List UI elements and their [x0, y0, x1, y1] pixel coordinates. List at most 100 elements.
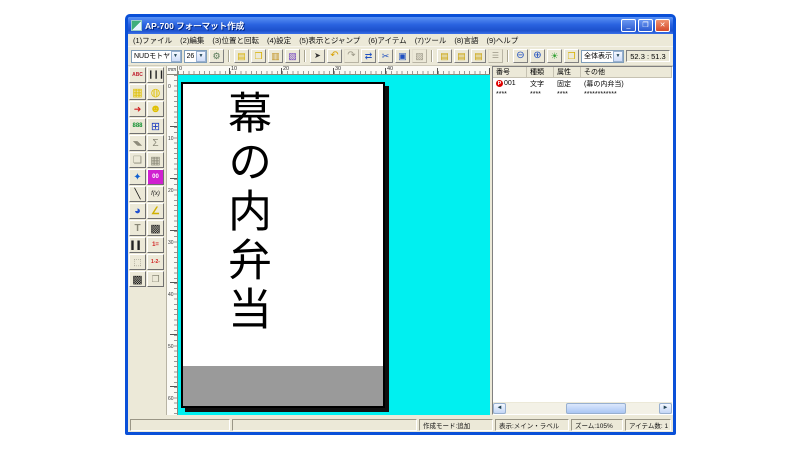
table-row[interactable]: P 001 文字 固定 (幕の内弁当): [493, 78, 672, 89]
align-page3-button[interactable]: ▤: [471, 49, 486, 63]
triangle-tool-icon: ◥◣: [132, 140, 143, 147]
menu-item[interactable]: (6)アイテム: [368, 35, 406, 46]
chevron-down-icon[interactable]: ▼: [613, 50, 623, 62]
app-window: AP-700 フォーマット作成 _ ❐ ✕ (1)ファイル (2)編集 (3)位置と…: [125, 14, 676, 435]
title-bar[interactable]: AP-700 フォーマット作成 _ ❐ ✕: [128, 17, 673, 34]
font-setup-icon: ⚙: [212, 50, 221, 61]
font-family-combo[interactable]: NUDモトヤEX明朝 ▼: [131, 49, 182, 63]
menu-position-rotate[interactable]: (3)位置と回転: [212, 35, 259, 46]
function-tool[interactable]: f(x): [147, 186, 164, 202]
barcode-tool[interactable]: ▎▎▎▎: [147, 67, 164, 83]
status-item-count: アイテム数: 1: [625, 419, 671, 431]
counter-tool[interactable]: 00: [147, 169, 164, 185]
segment-display-tool[interactable]: 888: [129, 118, 146, 134]
qr-code-tool[interactable]: ▩: [147, 220, 164, 236]
datamatrix-tool-icon: ▩: [132, 273, 143, 286]
select-button[interactable]: ➤: [310, 49, 325, 63]
restore-button[interactable]: ❐: [638, 19, 653, 32]
line-tool[interactable]: ╲: [129, 186, 146, 202]
save-button[interactable]: ▥: [268, 49, 283, 63]
move-item-button[interactable]: ⇄: [361, 49, 376, 63]
zoom-in-button[interactable]: ⊕: [530, 49, 545, 63]
view-mode-value: 全体表示: [584, 53, 612, 60]
paste-button: ▨: [412, 49, 427, 63]
counter-tool-icon: 00: [152, 174, 159, 180]
smiley-tool[interactable]: ☻: [147, 101, 164, 117]
menu-language[interactable]: (8)言語: [454, 35, 478, 46]
function-tool-icon: f(x): [151, 191, 160, 197]
align-page1-button[interactable]: ▤: [437, 49, 452, 63]
barcode2-tool[interactable]: ▍▍: [129, 237, 146, 253]
font-size-combo[interactable]: 26 ▼: [183, 49, 207, 63]
text-frame-tool: T: [129, 220, 146, 236]
text-tool[interactable]: ABC: [129, 67, 146, 83]
scroll-right-arrow[interactable]: ►: [659, 402, 672, 414]
zoom-out-button[interactable]: ⊖: [513, 49, 528, 63]
table-row[interactable]: **** **** **** ************: [493, 89, 672, 100]
table-tool: ▦: [147, 152, 164, 168]
toolbar-separator: [507, 50, 509, 62]
v-ruler-number: 0: [168, 84, 171, 90]
v-ruler-number: 30: [168, 240, 174, 246]
scrollbar-thumb[interactable]: [566, 402, 626, 414]
minimize-button[interactable]: _: [621, 19, 636, 32]
smiley-tool-icon: ☻: [149, 103, 162, 115]
zoom-out-icon: ⊖: [516, 50, 525, 61]
design-canvas[interactable]: 幕の内弁当: [178, 75, 490, 415]
cursor-coordinates: 52.3 : 51.3: [626, 50, 670, 62]
angle-tool-icon: ∠: [151, 205, 160, 217]
open-button[interactable]: ❒: [251, 49, 266, 63]
arrow-line-tool[interactable]: ➜: [129, 101, 146, 117]
paste-icon: ▨: [415, 50, 424, 61]
frame-tool-icon: ⬚: [133, 256, 142, 267]
menu-view-jump[interactable]: (5)表示とジャンプ: [299, 35, 360, 46]
toolbar: NUDモトヤEX明朝 ▼ 26 ▼ ⚙ ▤ ❒ ▥ ▧ ➤ ↶ ↷ ⇄ ✂ ▣ ▨ ▤ ▤ ▤ ☰ ⊖ ⊕ ☀ ❒ 全…: [128, 47, 673, 66]
grid-tool[interactable]: ▦: [129, 84, 146, 100]
label-object[interactable]: 幕の内弁当: [181, 82, 385, 408]
header-type[interactable]: 種類: [527, 67, 554, 77]
print-tool[interactable]: ◍: [147, 84, 164, 100]
header-other[interactable]: その他: [581, 67, 672, 77]
color-pie-tool[interactable]: ◕: [129, 203, 146, 219]
menu-settings[interactable]: (4)設定: [267, 35, 291, 46]
sequence-tool[interactable]: 1-2-: [147, 254, 164, 270]
numbered-list-tool[interactable]: 1=: [147, 237, 164, 253]
item-list-rows: P 001 文字 固定 (幕の内弁当) **** **** **** ************: [493, 78, 672, 401]
header-number[interactable]: 番号: [493, 67, 527, 77]
scroll-left-arrow[interactable]: ◄: [493, 402, 506, 414]
chevron-down-icon[interactable]: ▼: [170, 50, 181, 62]
cut-button[interactable]: ✂: [378, 49, 393, 63]
item-number: 001: [504, 80, 516, 87]
close-button[interactable]: ✕: [655, 19, 670, 32]
font-setup-button[interactable]: ⚙: [209, 49, 224, 63]
chevron-down-icon[interactable]: ▼: [196, 50, 206, 62]
cell-type: ****: [530, 91, 541, 98]
header-attribute[interactable]: 属性: [554, 67, 581, 77]
window-title: AP-700 フォーマット作成: [145, 20, 245, 31]
align-page2-button[interactable]: ▤: [454, 49, 469, 63]
import-button[interactable]: ▧: [285, 49, 300, 63]
spray-tool[interactable]: ✦: [129, 169, 146, 185]
cell-attribute: ****: [557, 91, 568, 98]
zoom-in-icon: ⊕: [533, 50, 542, 61]
barcode-tool-icon: ▎▎▎▎: [148, 72, 163, 79]
scrollbar-track[interactable]: [506, 402, 659, 414]
calculator-tool[interactable]: ⊞: [147, 118, 164, 134]
copy-button[interactable]: ▣: [395, 49, 410, 63]
cut-icon: ✂: [381, 50, 390, 61]
print-tool-icon: ◍: [150, 86, 161, 99]
menu-edit[interactable]: (2)編集: [180, 35, 204, 46]
menu-file[interactable]: (1)ファイル: [133, 35, 172, 46]
new-button[interactable]: ▤: [234, 49, 249, 63]
vertical-ruler: mm 0 10 20 30 40 50 60: [166, 66, 178, 415]
datamatrix-tool[interactable]: ▩: [129, 271, 146, 287]
menu-help[interactable]: (9)ヘルプ: [487, 35, 519, 46]
horizontal-scrollbar[interactable]: ◄ ►: [493, 401, 672, 414]
angle-tool[interactable]: ∠: [147, 203, 164, 219]
view-mode-combo[interactable]: 全体表示 ▼: [581, 49, 624, 63]
menu-tool[interactable]: (7)ツール: [415, 35, 447, 46]
view-folder-button[interactable]: ❒: [564, 49, 579, 63]
label-vertical-text[interactable]: 幕の内弁当: [220, 90, 271, 335]
undo-button[interactable]: ↶: [327, 49, 342, 63]
hint-lamp-button[interactable]: ☀: [547, 49, 562, 63]
